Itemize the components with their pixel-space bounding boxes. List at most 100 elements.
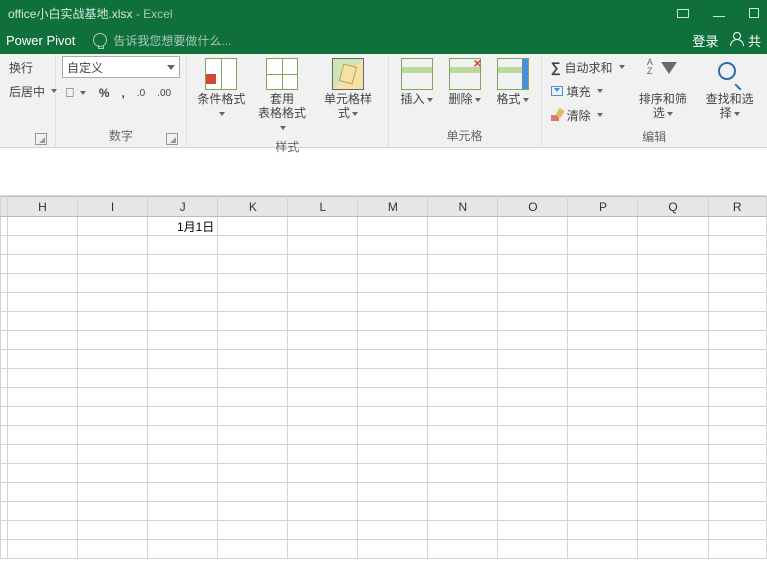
cell-K3[interactable] bbox=[218, 255, 288, 274]
cell-styles-button[interactable]: 单元格样式 bbox=[314, 56, 381, 122]
cell-N16[interactable] bbox=[428, 502, 498, 521]
row-header[interactable] bbox=[1, 293, 8, 312]
comma-style-button[interactable]: , bbox=[118, 82, 127, 104]
cell-M18[interactable] bbox=[358, 540, 428, 559]
cell-L12[interactable] bbox=[288, 426, 358, 445]
cell-P12[interactable] bbox=[568, 426, 638, 445]
cell-R12[interactable] bbox=[708, 426, 766, 445]
row-header[interactable] bbox=[1, 369, 8, 388]
cell-L13[interactable] bbox=[288, 445, 358, 464]
ribbon-display-icon[interactable] bbox=[677, 9, 689, 18]
cell-L1[interactable] bbox=[288, 217, 358, 236]
maximize-icon[interactable] bbox=[749, 8, 759, 18]
dialog-launcher-icon[interactable] bbox=[35, 133, 47, 145]
cell-J18[interactable] bbox=[147, 540, 217, 559]
cell-H2[interactable] bbox=[8, 236, 78, 255]
cell-R7[interactable] bbox=[708, 331, 766, 350]
cell-L4[interactable] bbox=[288, 274, 358, 293]
cell-I4[interactable] bbox=[78, 274, 148, 293]
row-header[interactable] bbox=[1, 388, 8, 407]
cell-P5[interactable] bbox=[568, 293, 638, 312]
row-header[interactable] bbox=[1, 274, 8, 293]
cell-P7[interactable] bbox=[568, 331, 638, 350]
cell-L17[interactable] bbox=[288, 521, 358, 540]
cell-I17[interactable] bbox=[78, 521, 148, 540]
cell-P6[interactable] bbox=[568, 312, 638, 331]
cell-L3[interactable] bbox=[288, 255, 358, 274]
cell-R3[interactable] bbox=[708, 255, 766, 274]
column-header-N[interactable]: N bbox=[428, 197, 498, 217]
cell-I16[interactable] bbox=[78, 502, 148, 521]
tab-power-pivot[interactable]: Power Pivot bbox=[6, 33, 75, 48]
cell-K17[interactable] bbox=[218, 521, 288, 540]
cell-H4[interactable] bbox=[8, 274, 78, 293]
cell-N9[interactable] bbox=[428, 369, 498, 388]
column-header-P[interactable]: P bbox=[568, 197, 638, 217]
cell-J2[interactable] bbox=[147, 236, 217, 255]
cell-P15[interactable] bbox=[568, 483, 638, 502]
cell-N2[interactable] bbox=[428, 236, 498, 255]
cell-M11[interactable] bbox=[358, 407, 428, 426]
cell-J8[interactable] bbox=[147, 350, 217, 369]
cell-O3[interactable] bbox=[498, 255, 568, 274]
cell-Q2[interactable] bbox=[638, 236, 708, 255]
cell-M15[interactable] bbox=[358, 483, 428, 502]
cell-I9[interactable] bbox=[78, 369, 148, 388]
cell-H9[interactable] bbox=[8, 369, 78, 388]
row-header[interactable] bbox=[1, 312, 8, 331]
cell-P18[interactable] bbox=[568, 540, 638, 559]
row-header[interactable] bbox=[1, 464, 8, 483]
cell-Q1[interactable] bbox=[638, 217, 708, 236]
cell-H3[interactable] bbox=[8, 255, 78, 274]
cell-K2[interactable] bbox=[218, 236, 288, 255]
cell-R10[interactable] bbox=[708, 388, 766, 407]
column-header-M[interactable]: M bbox=[358, 197, 428, 217]
cell-H1[interactable] bbox=[8, 217, 78, 236]
cell-M4[interactable] bbox=[358, 274, 428, 293]
cell-K9[interactable] bbox=[218, 369, 288, 388]
cell-O4[interactable] bbox=[498, 274, 568, 293]
cell-O13[interactable] bbox=[498, 445, 568, 464]
cell-format-button[interactable]: 格式 bbox=[491, 56, 535, 108]
cell-R1[interactable] bbox=[708, 217, 766, 236]
cell-N7[interactable] bbox=[428, 331, 498, 350]
column-header-H[interactable]: H bbox=[8, 197, 78, 217]
find-select-button[interactable]: 查找和选择 bbox=[698, 56, 761, 122]
cell-P9[interactable] bbox=[568, 369, 638, 388]
cell-Q14[interactable] bbox=[638, 464, 708, 483]
cell-N12[interactable] bbox=[428, 426, 498, 445]
row-header[interactable] bbox=[1, 540, 8, 559]
cell-M13[interactable] bbox=[358, 445, 428, 464]
cell-I3[interactable] bbox=[78, 255, 148, 274]
cell-O15[interactable] bbox=[498, 483, 568, 502]
cell-L18[interactable] bbox=[288, 540, 358, 559]
cell-K11[interactable] bbox=[218, 407, 288, 426]
cell-N11[interactable] bbox=[428, 407, 498, 426]
cell-M6[interactable] bbox=[358, 312, 428, 331]
select-all-corner[interactable] bbox=[1, 197, 8, 217]
cell-P4[interactable] bbox=[568, 274, 638, 293]
cell-P11[interactable] bbox=[568, 407, 638, 426]
cell-M9[interactable] bbox=[358, 369, 428, 388]
worksheet-grid[interactable]: HIJKLMNOPQR1月1日 bbox=[0, 196, 767, 559]
cell-N6[interactable] bbox=[428, 312, 498, 331]
delete-cells-button[interactable]: 删除 bbox=[443, 56, 487, 108]
cell-N14[interactable] bbox=[428, 464, 498, 483]
cell-K18[interactable] bbox=[218, 540, 288, 559]
cell-K14[interactable] bbox=[218, 464, 288, 483]
cell-I10[interactable] bbox=[78, 388, 148, 407]
cell-I13[interactable] bbox=[78, 445, 148, 464]
cell-I14[interactable] bbox=[78, 464, 148, 483]
share-button[interactable]: 共 bbox=[730, 31, 761, 50]
fill-button[interactable]: 填充 bbox=[548, 80, 628, 102]
cell-Q10[interactable] bbox=[638, 388, 708, 407]
cell-Q9[interactable] bbox=[638, 369, 708, 388]
cell-P10[interactable] bbox=[568, 388, 638, 407]
dialog-launcher-icon[interactable] bbox=[166, 133, 178, 145]
cell-R9[interactable] bbox=[708, 369, 766, 388]
cell-P3[interactable] bbox=[568, 255, 638, 274]
cell-P8[interactable] bbox=[568, 350, 638, 369]
cell-L15[interactable] bbox=[288, 483, 358, 502]
cell-J17[interactable] bbox=[147, 521, 217, 540]
cell-M17[interactable] bbox=[358, 521, 428, 540]
